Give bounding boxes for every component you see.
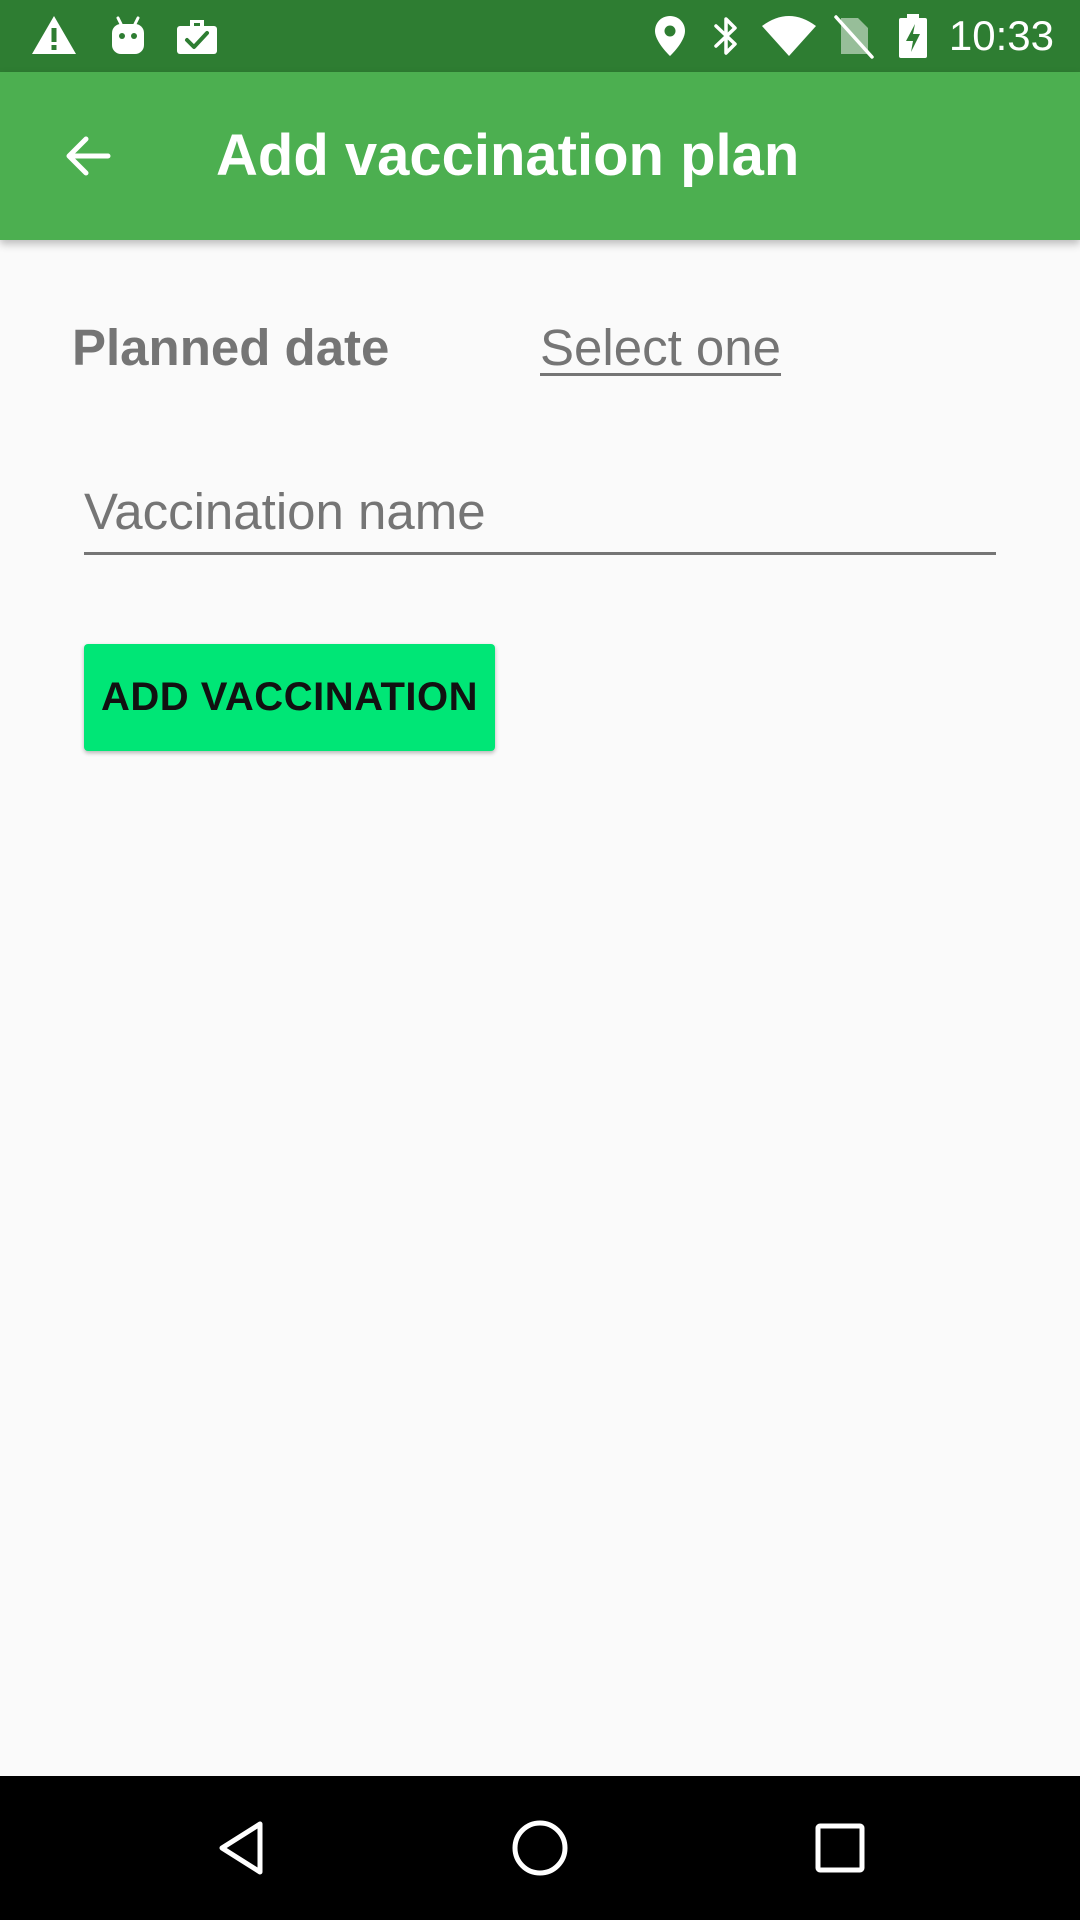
planned-date-select[interactable]: Select one [540,318,781,378]
warning-icon [32,16,76,54]
planned-date-label: Planned date [72,319,390,376]
nav-back-button[interactable] [192,1798,292,1898]
bluetooth-icon [714,17,737,55]
wifi-icon [762,16,816,56]
nav-home-button[interactable] [490,1798,590,1898]
nav-back-icon [219,1821,263,1875]
app-bar: Add vaccination plan [0,72,1080,240]
nav-recents-button[interactable] [790,1798,890,1898]
vaccination-name-input[interactable] [84,470,996,555]
nav-recents-icon [815,1823,865,1873]
status-bar: 10:33 [0,0,1080,72]
page-title: Add vaccination plan [216,123,800,188]
android-icon [112,16,144,54]
no-sim-icon [834,15,874,59]
add-vaccination-button[interactable]: ADD VACCINATION [84,644,495,751]
arrow-back-icon [66,136,111,176]
briefcase-check-icon [177,20,217,54]
nav-home-icon [512,1820,568,1876]
battery-charging-icon [899,14,927,58]
status-time: 10:33 [948,12,1054,59]
navigation-bar [0,1776,1080,1920]
location-icon [655,16,685,56]
back-button[interactable] [44,112,132,200]
